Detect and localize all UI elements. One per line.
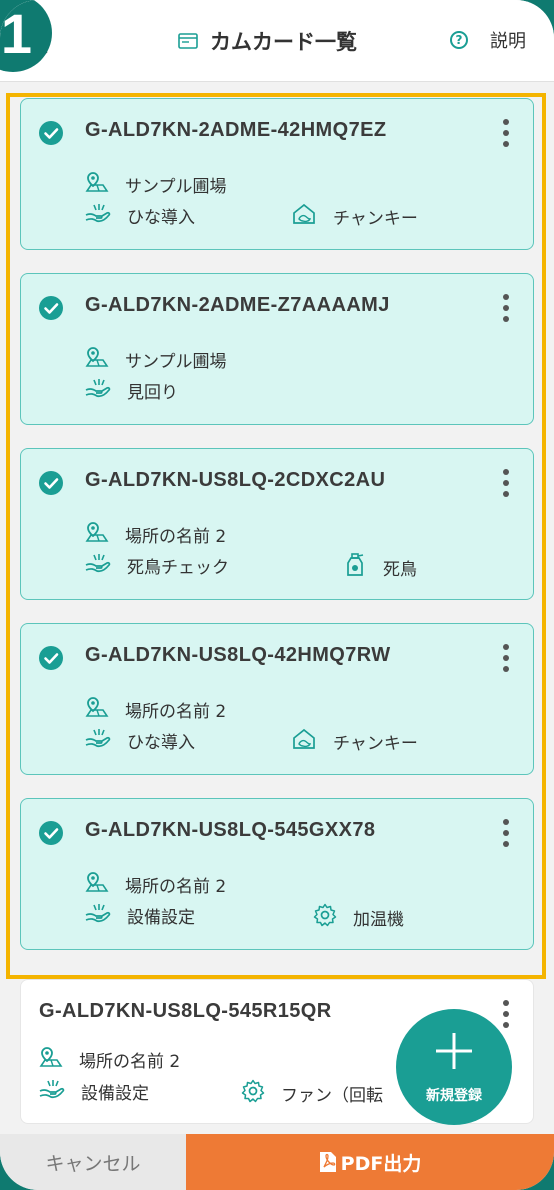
app-screen: 1 く カムカード一覧 ? 説明 G-ALD7KN-2ADME-42HMQ7EZ… (0, 0, 554, 1190)
location-icon (85, 521, 125, 548)
card-activity: 設備設定 (85, 903, 195, 928)
checkmark-icon[interactable] (39, 646, 63, 670)
card-location: 場所の名前 2 (85, 871, 226, 898)
card-id: G-ALD7KN-US8LQ-42HMQ7RW (85, 644, 391, 666)
activity-label: ひな導入 (127, 208, 195, 228)
hand-icon (85, 903, 127, 928)
card-location: サンプル圃場 (85, 346, 227, 373)
header-bar: く カムカード一覧 ? 説明 (0, 0, 554, 82)
plus-icon (436, 1033, 472, 1069)
target-label: チャンキー (333, 209, 418, 229)
new-registration-label: 新規登録 (426, 1088, 482, 1104)
cam-card[interactable]: G-ALD7KN-US8LQ-42HMQ7RW 場所の名前 2 ひな導入 チャンキー (20, 623, 534, 775)
spray-bottle-icon (345, 553, 383, 582)
new-registration-button[interactable]: 新規登録 (396, 1009, 512, 1125)
more-options-icon[interactable] (503, 819, 509, 851)
target-label: チャンキー (333, 734, 418, 754)
more-options-icon[interactable] (503, 294, 509, 326)
question-icon: ? (450, 31, 468, 49)
cam-card[interactable]: G-ALD7KN-2ADME-42HMQ7EZ サンプル圃場 ひな導入 チャンキー (20, 98, 534, 250)
card-id: G-ALD7KN-US8LQ-2CDXC2AU (85, 469, 386, 491)
checkmark-icon[interactable] (39, 821, 63, 845)
more-options-icon[interactable] (503, 469, 509, 501)
cam-card[interactable]: G-ALD7KN-US8LQ-545GXX78 場所の名前 2 設備設定 加温機 (20, 798, 534, 950)
card-target: 加温機 (313, 903, 404, 932)
card-activity: 設備設定 (39, 1079, 149, 1104)
card-target: チャンキー (291, 728, 418, 755)
checkmark-icon[interactable] (39, 296, 63, 320)
more-options-icon[interactable] (503, 1000, 509, 1032)
target-label: 加温機 (353, 910, 404, 930)
house-icon (291, 203, 333, 230)
card-id: G-ALD7KN-US8LQ-545R15QR (39, 1000, 332, 1022)
hand-icon (85, 728, 127, 753)
cam-card[interactable]: G-ALD7KN-2ADME-Z7AAAAMJ サンプル圃場 見回り (20, 273, 534, 425)
card-location: サンプル圃場 (85, 171, 227, 198)
pdf-file-icon (319, 1152, 336, 1172)
card-id: G-ALD7KN-US8LQ-545GXX78 (85, 819, 376, 841)
location-label: 場所の名前 2 (125, 702, 227, 722)
location-label: サンプル圃場 (125, 177, 227, 197)
cancel-button[interactable]: キャンセル (0, 1134, 186, 1190)
activity-label: 見回り (127, 383, 178, 403)
location-label: 場所の名前 2 (79, 1052, 181, 1072)
help-button[interactable]: ? 説明 (450, 27, 526, 53)
card-location: 場所の名前 2 (39, 1046, 180, 1073)
house-icon (291, 728, 333, 755)
hand-icon (39, 1079, 81, 1104)
pdf-export-label: PDF出力 (340, 1152, 422, 1175)
page-title: カムカード一覧 (210, 30, 357, 54)
cam-card[interactable]: G-ALD7KN-US8LQ-2CDXC2AU 場所の名前 2 死鳥チェック 死鳥 (20, 448, 534, 600)
card-id: G-ALD7KN-2ADME-42HMQ7EZ (85, 119, 387, 141)
card-location: 場所の名前 2 (85, 521, 226, 548)
gear-icon (313, 903, 353, 932)
target-label: ファン（回転 (281, 1086, 383, 1106)
hand-icon (85, 203, 127, 228)
location-icon (85, 696, 125, 723)
footer-bar: キャンセル PDF出力 (0, 1134, 554, 1190)
help-label: 説明 (490, 31, 526, 52)
activity-label: ひな導入 (127, 733, 195, 753)
more-options-icon[interactable] (503, 119, 509, 151)
card-id: G-ALD7KN-2ADME-Z7AAAAMJ (85, 294, 390, 316)
pdf-export-button[interactable]: PDF出力 (186, 1134, 554, 1190)
more-options-icon[interactable] (503, 644, 509, 676)
activity-label: 設備設定 (127, 908, 195, 928)
checkmark-icon[interactable] (39, 471, 63, 495)
card-target: 死鳥 (345, 553, 417, 582)
hand-icon (85, 553, 127, 578)
card-activity: ひな導入 (85, 203, 195, 228)
checkmark-icon[interactable] (39, 121, 63, 145)
location-label: 場所の名前 2 (125, 527, 227, 547)
gear-icon (241, 1079, 281, 1108)
card-target: チャンキー (291, 203, 418, 230)
location-icon (85, 871, 125, 898)
card-activity: ひな導入 (85, 728, 195, 753)
target-label: 死鳥 (383, 560, 417, 580)
card-location: 場所の名前 2 (85, 696, 226, 723)
card-activity: 死鳥チェック (85, 553, 229, 578)
location-label: 場所の名前 2 (125, 877, 227, 897)
activity-label: 設備設定 (81, 1084, 149, 1104)
hand-icon (85, 378, 127, 403)
location-icon (39, 1046, 79, 1073)
page-title-group: カムカード一覧 (178, 26, 357, 56)
location-icon (85, 346, 125, 373)
activity-label: 死鳥チェック (127, 558, 229, 578)
card-list-icon (178, 33, 198, 49)
card-target: ファン（回転 (241, 1079, 383, 1108)
card-activity: 見回り (85, 378, 178, 403)
location-icon (85, 171, 125, 198)
location-label: サンプル圃場 (125, 352, 227, 372)
